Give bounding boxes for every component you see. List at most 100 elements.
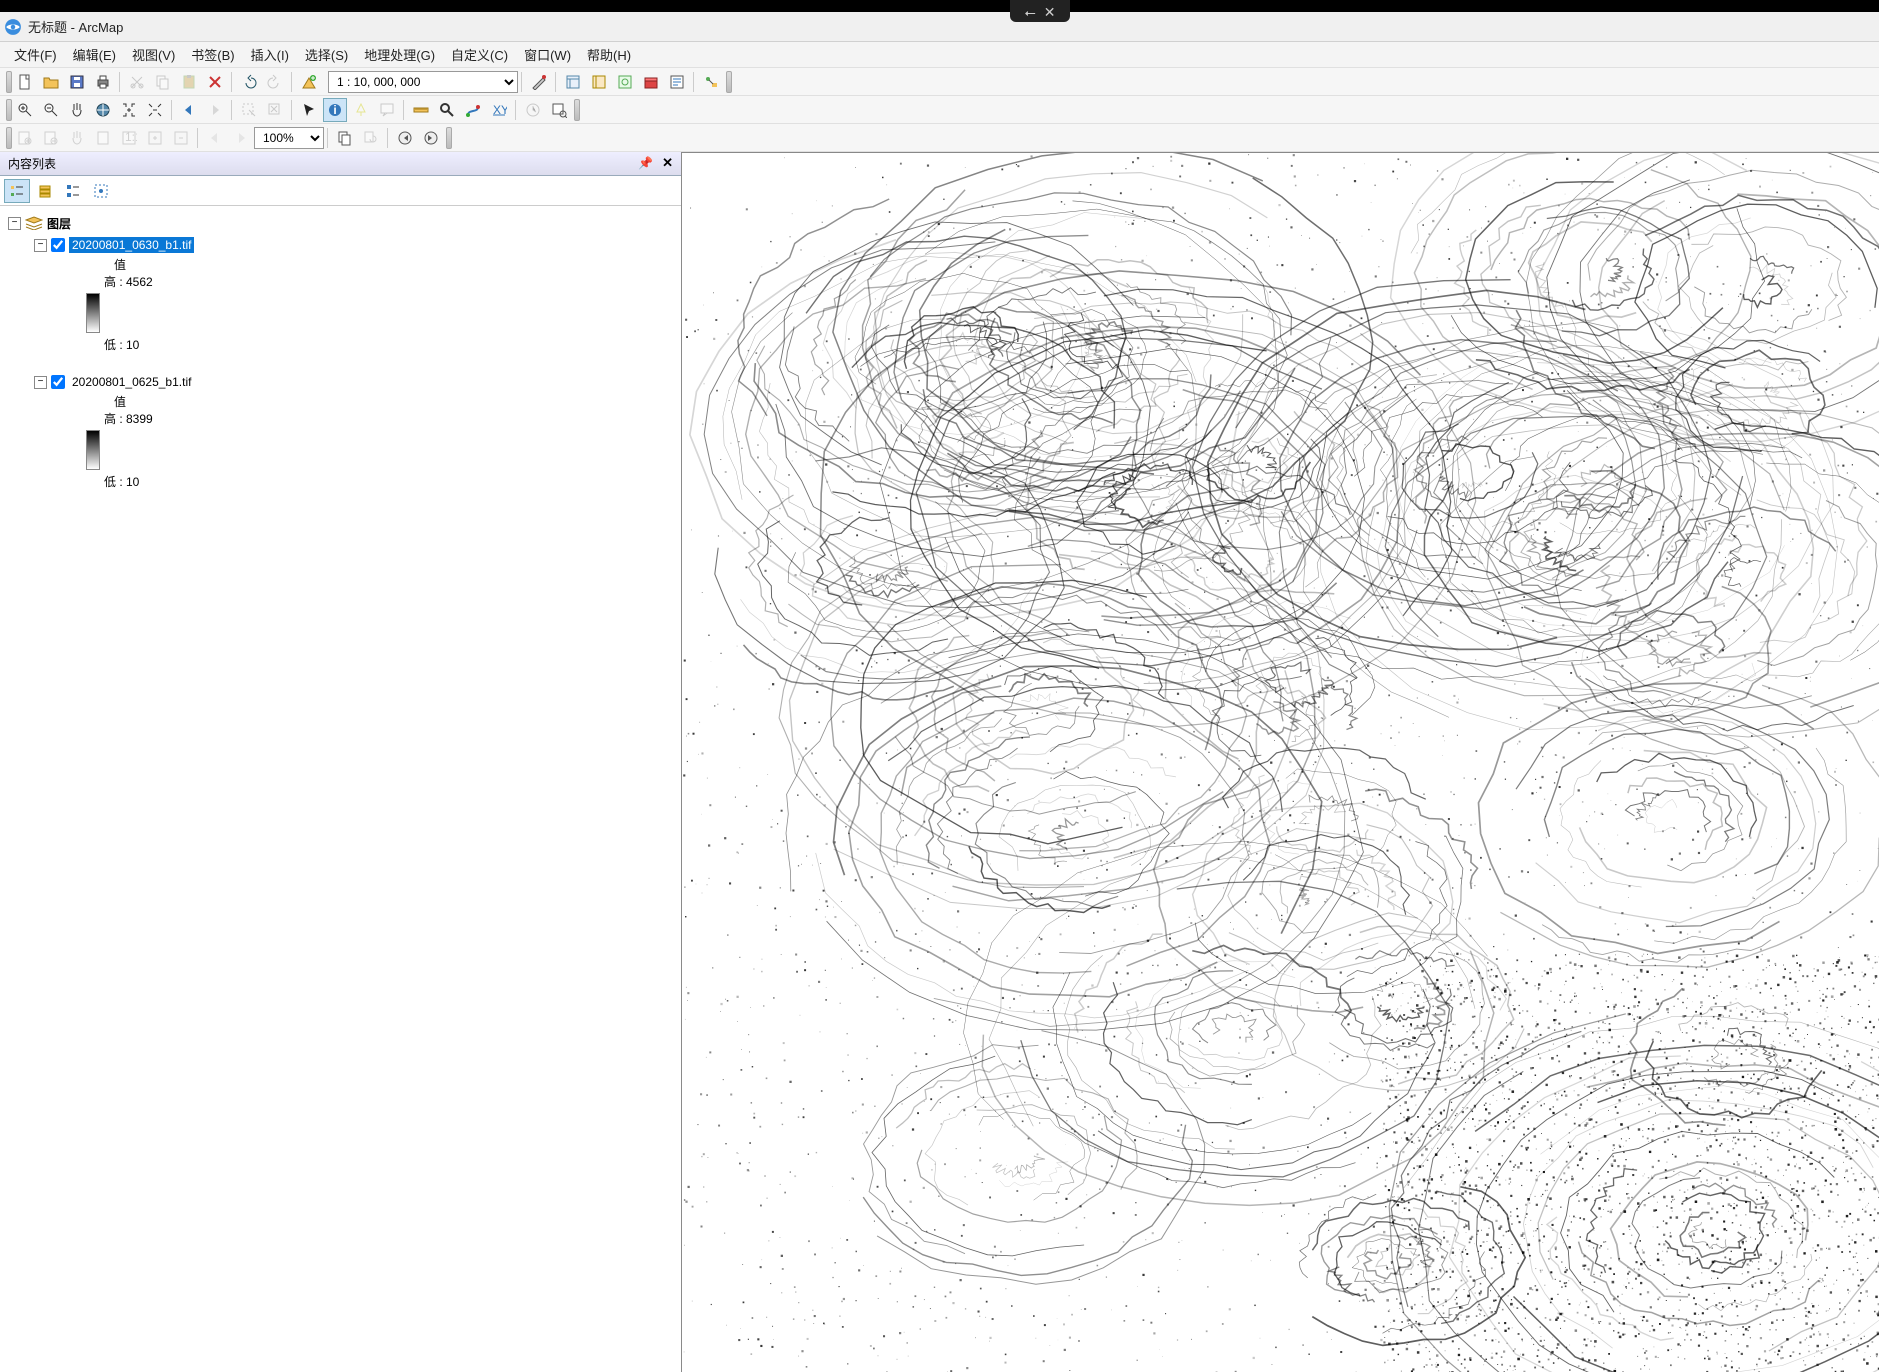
- full-extent-button[interactable]: [91, 98, 115, 122]
- print-button[interactable]: [91, 70, 115, 94]
- pan-button[interactable]: [65, 98, 89, 122]
- menu-window[interactable]: 窗口(W): [516, 42, 579, 67]
- select-features-button: [237, 98, 261, 122]
- tools-toolbar: i XY: [0, 96, 1879, 124]
- layer-visibility-checkbox[interactable]: [51, 238, 65, 252]
- save-button[interactable]: [65, 70, 89, 94]
- layout-next-extent-button: [229, 126, 253, 150]
- menu-help[interactable]: 帮助(H): [579, 42, 639, 67]
- layout-fixed-zoomout-button: [169, 126, 193, 150]
- legend-ramp: [86, 430, 100, 470]
- menu-edit[interactable]: 编辑(E): [65, 42, 124, 67]
- measure-button[interactable]: [409, 98, 433, 122]
- toc-tab-visibility[interactable]: [60, 179, 86, 203]
- add-data-button[interactable]: [297, 70, 321, 94]
- menu-view[interactable]: 视图(V): [124, 42, 183, 67]
- toolbar-grip[interactable]: [446, 127, 452, 149]
- delete-button[interactable]: [203, 70, 227, 94]
- undo-button[interactable]: [237, 70, 261, 94]
- legend-value-label: 值: [114, 256, 677, 273]
- scale-select[interactable]: 1 : 10, 000, 000: [328, 71, 518, 93]
- menu-insert[interactable]: 插入(I): [243, 42, 297, 67]
- layer-row[interactable]: − 20200801_0630_b1.tif: [4, 234, 677, 256]
- window-title: 无标题 - ArcMap: [28, 17, 123, 36]
- cut-button: [125, 70, 149, 94]
- layout-prev-extent-button: [203, 126, 227, 150]
- zoom-out-button[interactable]: [39, 98, 63, 122]
- toolbar-grip[interactable]: [574, 99, 580, 121]
- hyperlink-button: [349, 98, 373, 122]
- tree-root-label: 图层: [47, 215, 71, 232]
- toolbar-grip[interactable]: [6, 127, 12, 149]
- tree-root-row[interactable]: − 图层: [4, 212, 677, 234]
- ddp-refresh-button: [359, 126, 383, 150]
- open-button[interactable]: [39, 70, 63, 94]
- editor-toolbar-button[interactable]: [527, 70, 551, 94]
- layout-toolbar: 1:1 100%: [0, 124, 1879, 152]
- close-icon[interactable]: ✕: [662, 155, 673, 171]
- find-button[interactable]: [435, 98, 459, 122]
- expand-icon[interactable]: −: [34, 239, 47, 252]
- new-button[interactable]: [13, 70, 37, 94]
- menu-file[interactable]: 文件(F): [6, 42, 65, 67]
- ddp-last-button[interactable]: [419, 126, 443, 150]
- html-popup-button: [375, 98, 399, 122]
- legend-high-label: 高 : 4562: [104, 273, 677, 290]
- os-pin-icon[interactable]: ⭠: [1025, 4, 1036, 21]
- toc-button[interactable]: [561, 70, 585, 94]
- expand-icon[interactable]: −: [8, 217, 21, 230]
- menu-customize[interactable]: 自定义(C): [443, 42, 516, 67]
- redo-button: [263, 70, 287, 94]
- layout-zoom-select[interactable]: 100%: [254, 127, 324, 149]
- toc-tab-drawing-order[interactable]: [4, 179, 30, 203]
- toc-title-text: 内容列表: [8, 155, 56, 172]
- prev-extent-button[interactable]: [177, 98, 201, 122]
- toc-panel: 内容列表 📌 ✕ − 图层 − 20200801_0630_b1.tif: [0, 152, 682, 1372]
- identify-button[interactable]: i: [323, 98, 347, 122]
- zoom-in-button[interactable]: [13, 98, 37, 122]
- toc-tabs: [0, 176, 681, 206]
- arctoolbox-button[interactable]: [639, 70, 663, 94]
- svg-text:1:1: 1:1: [125, 130, 137, 144]
- menu-bookmarks[interactable]: 书签(B): [183, 42, 242, 67]
- select-elements-button[interactable]: [297, 98, 321, 122]
- legend-ramp: [86, 293, 100, 333]
- create-viewer-button[interactable]: [547, 98, 571, 122]
- layout-pan-button: [65, 126, 89, 150]
- layer-visibility-checkbox[interactable]: [51, 375, 65, 389]
- fixed-zoom-in-button[interactable]: [117, 98, 141, 122]
- os-close-icon[interactable]: ✕: [1044, 4, 1056, 21]
- toolbar-grip[interactable]: [726, 71, 732, 93]
- catalog-button[interactable]: [587, 70, 611, 94]
- map-view[interactable]: [682, 152, 1879, 1372]
- model-builder-button[interactable]: [699, 70, 723, 94]
- ddp-first-button[interactable]: [393, 126, 417, 150]
- data-driven-pages-button[interactable]: [333, 126, 357, 150]
- goto-xy-button[interactable]: XY: [487, 98, 511, 122]
- layer-name[interactable]: 20200801_0625_b1.tif: [69, 374, 194, 390]
- paste-button: [177, 70, 201, 94]
- legend-high-label: 高 : 8399: [104, 410, 677, 427]
- python-window-button[interactable]: [665, 70, 689, 94]
- toolbar-grip[interactable]: [6, 99, 12, 121]
- os-controls: ⭠ ✕: [1010, 0, 1070, 22]
- toc-tab-source[interactable]: [32, 179, 58, 203]
- os-topbar: ⭠ ✕: [0, 0, 1879, 12]
- search-window-button[interactable]: [613, 70, 637, 94]
- toc-title-bar: 内容列表 📌 ✕: [0, 152, 681, 176]
- pin-icon[interactable]: 📌: [638, 156, 653, 170]
- menu-bar: 文件(F) 编辑(E) 视图(V) 书签(B) 插入(I) 选择(S) 地理处理…: [0, 42, 1879, 68]
- expand-icon[interactable]: −: [34, 376, 47, 389]
- toc-tab-selection[interactable]: [88, 179, 114, 203]
- find-route-button[interactable]: [461, 98, 485, 122]
- next-extent-button: [203, 98, 227, 122]
- toolbar-grip[interactable]: [6, 71, 12, 93]
- layer-name[interactable]: 20200801_0630_b1.tif: [69, 237, 194, 253]
- fixed-zoom-out-button[interactable]: [143, 98, 167, 122]
- legend-low-label: 低 : 10: [104, 336, 677, 353]
- menu-geoprocessing[interactable]: 地理处理(G): [356, 42, 443, 67]
- layer-row[interactable]: − 20200801_0625_b1.tif: [4, 371, 677, 393]
- menu-select[interactable]: 选择(S): [297, 42, 356, 67]
- time-slider-button: [521, 98, 545, 122]
- title-bar: 无标题 - ArcMap: [0, 12, 1879, 42]
